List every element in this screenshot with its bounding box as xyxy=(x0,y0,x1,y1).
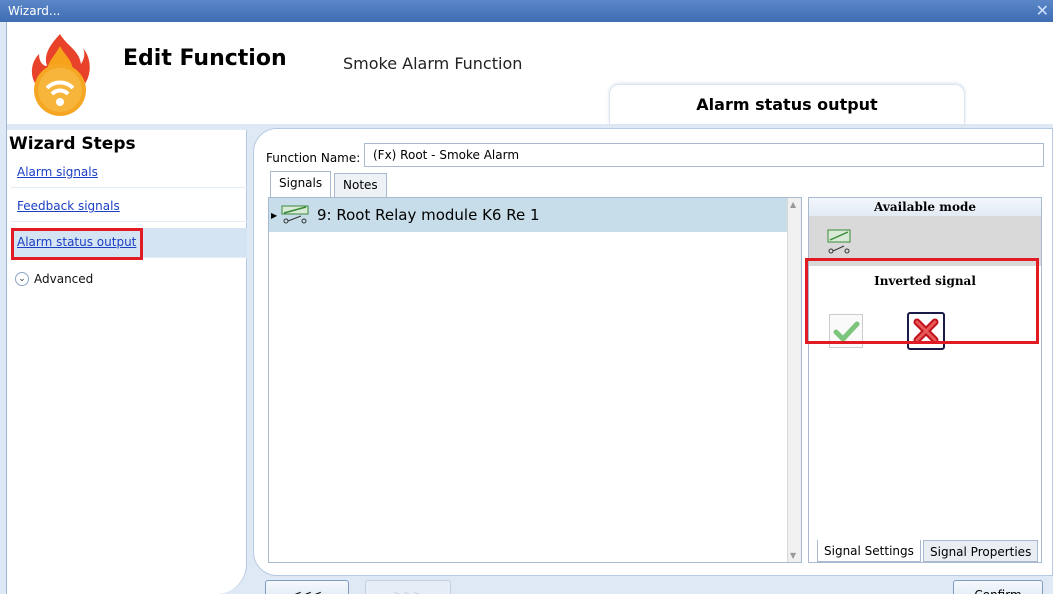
step-alarm-signals[interactable]: Alarm signals xyxy=(11,158,247,188)
row-pointer-icon: ▶ xyxy=(271,210,278,220)
list-item[interactable]: ▶ 9: Root Relay module K6 Re 1 xyxy=(269,198,787,232)
function-name-input[interactable]: (Fx) Root - Smoke Alarm xyxy=(364,143,1044,167)
next-button[interactable]: >>> xyxy=(365,580,451,594)
back-button[interactable]: <<< xyxy=(265,580,349,594)
vertical-scrollbar[interactable]: ▲ ▼ xyxy=(787,198,801,562)
fire-wireless-icon xyxy=(31,34,90,116)
advanced-label: Advanced xyxy=(34,272,94,286)
section-tab: Alarm status output xyxy=(609,84,965,124)
page-subtitle: Smoke Alarm Function xyxy=(343,54,523,73)
relay-switch-icon[interactable] xyxy=(827,226,851,256)
close-icon[interactable]: ✕ xyxy=(1036,1,1049,20)
highlight-box-step xyxy=(11,228,143,260)
highlight-box-inverted xyxy=(805,258,1039,344)
title-bar: Wizard... ✕ xyxy=(0,0,1053,22)
step-feedback-signals[interactable]: Feedback signals xyxy=(11,192,247,222)
wizard-steps-title: Wizard Steps xyxy=(9,134,136,154)
available-mode-title: Available mode xyxy=(809,198,1041,216)
relay-switch-icon xyxy=(281,205,309,224)
chevron-down-icon: ⌄ xyxy=(15,272,29,286)
scroll-up-icon[interactable]: ▲ xyxy=(790,200,796,209)
page-title: Edit Function xyxy=(123,46,287,71)
wizard-steps-panel: Wizard Steps Alarm signals Feedback sign… xyxy=(7,130,247,594)
wizard-window: Edit Function Smoke Alarm Function Alarm… xyxy=(6,22,1053,594)
signal-settings-panel: Available mode Inverted signal Signal Se… xyxy=(808,197,1042,563)
window-title: Wizard... xyxy=(8,4,61,18)
tab-notes[interactable]: Notes xyxy=(334,173,387,197)
advanced-toggle[interactable]: ⌄ Advanced xyxy=(11,266,247,292)
scroll-down-icon[interactable]: ▼ xyxy=(790,551,796,560)
signal-list: ▶ 9: Root Relay module K6 Re 1 ▲ ▼ xyxy=(268,197,802,563)
tab-signal-properties[interactable]: Signal Properties xyxy=(923,540,1039,562)
header: Edit Function Smoke Alarm Function Alarm… xyxy=(7,22,1053,124)
tab-signal-settings[interactable]: Signal Settings xyxy=(817,540,921,562)
main-panel: Function Name: (Fx) Root - Smoke Alarm S… xyxy=(253,128,1053,576)
confirm-button[interactable]: Confirm xyxy=(953,580,1043,594)
tab-signals[interactable]: Signals xyxy=(270,171,332,197)
signal-label: 9: Root Relay module K6 Re 1 xyxy=(317,206,540,224)
function-name-label: Function Name: xyxy=(266,151,361,165)
